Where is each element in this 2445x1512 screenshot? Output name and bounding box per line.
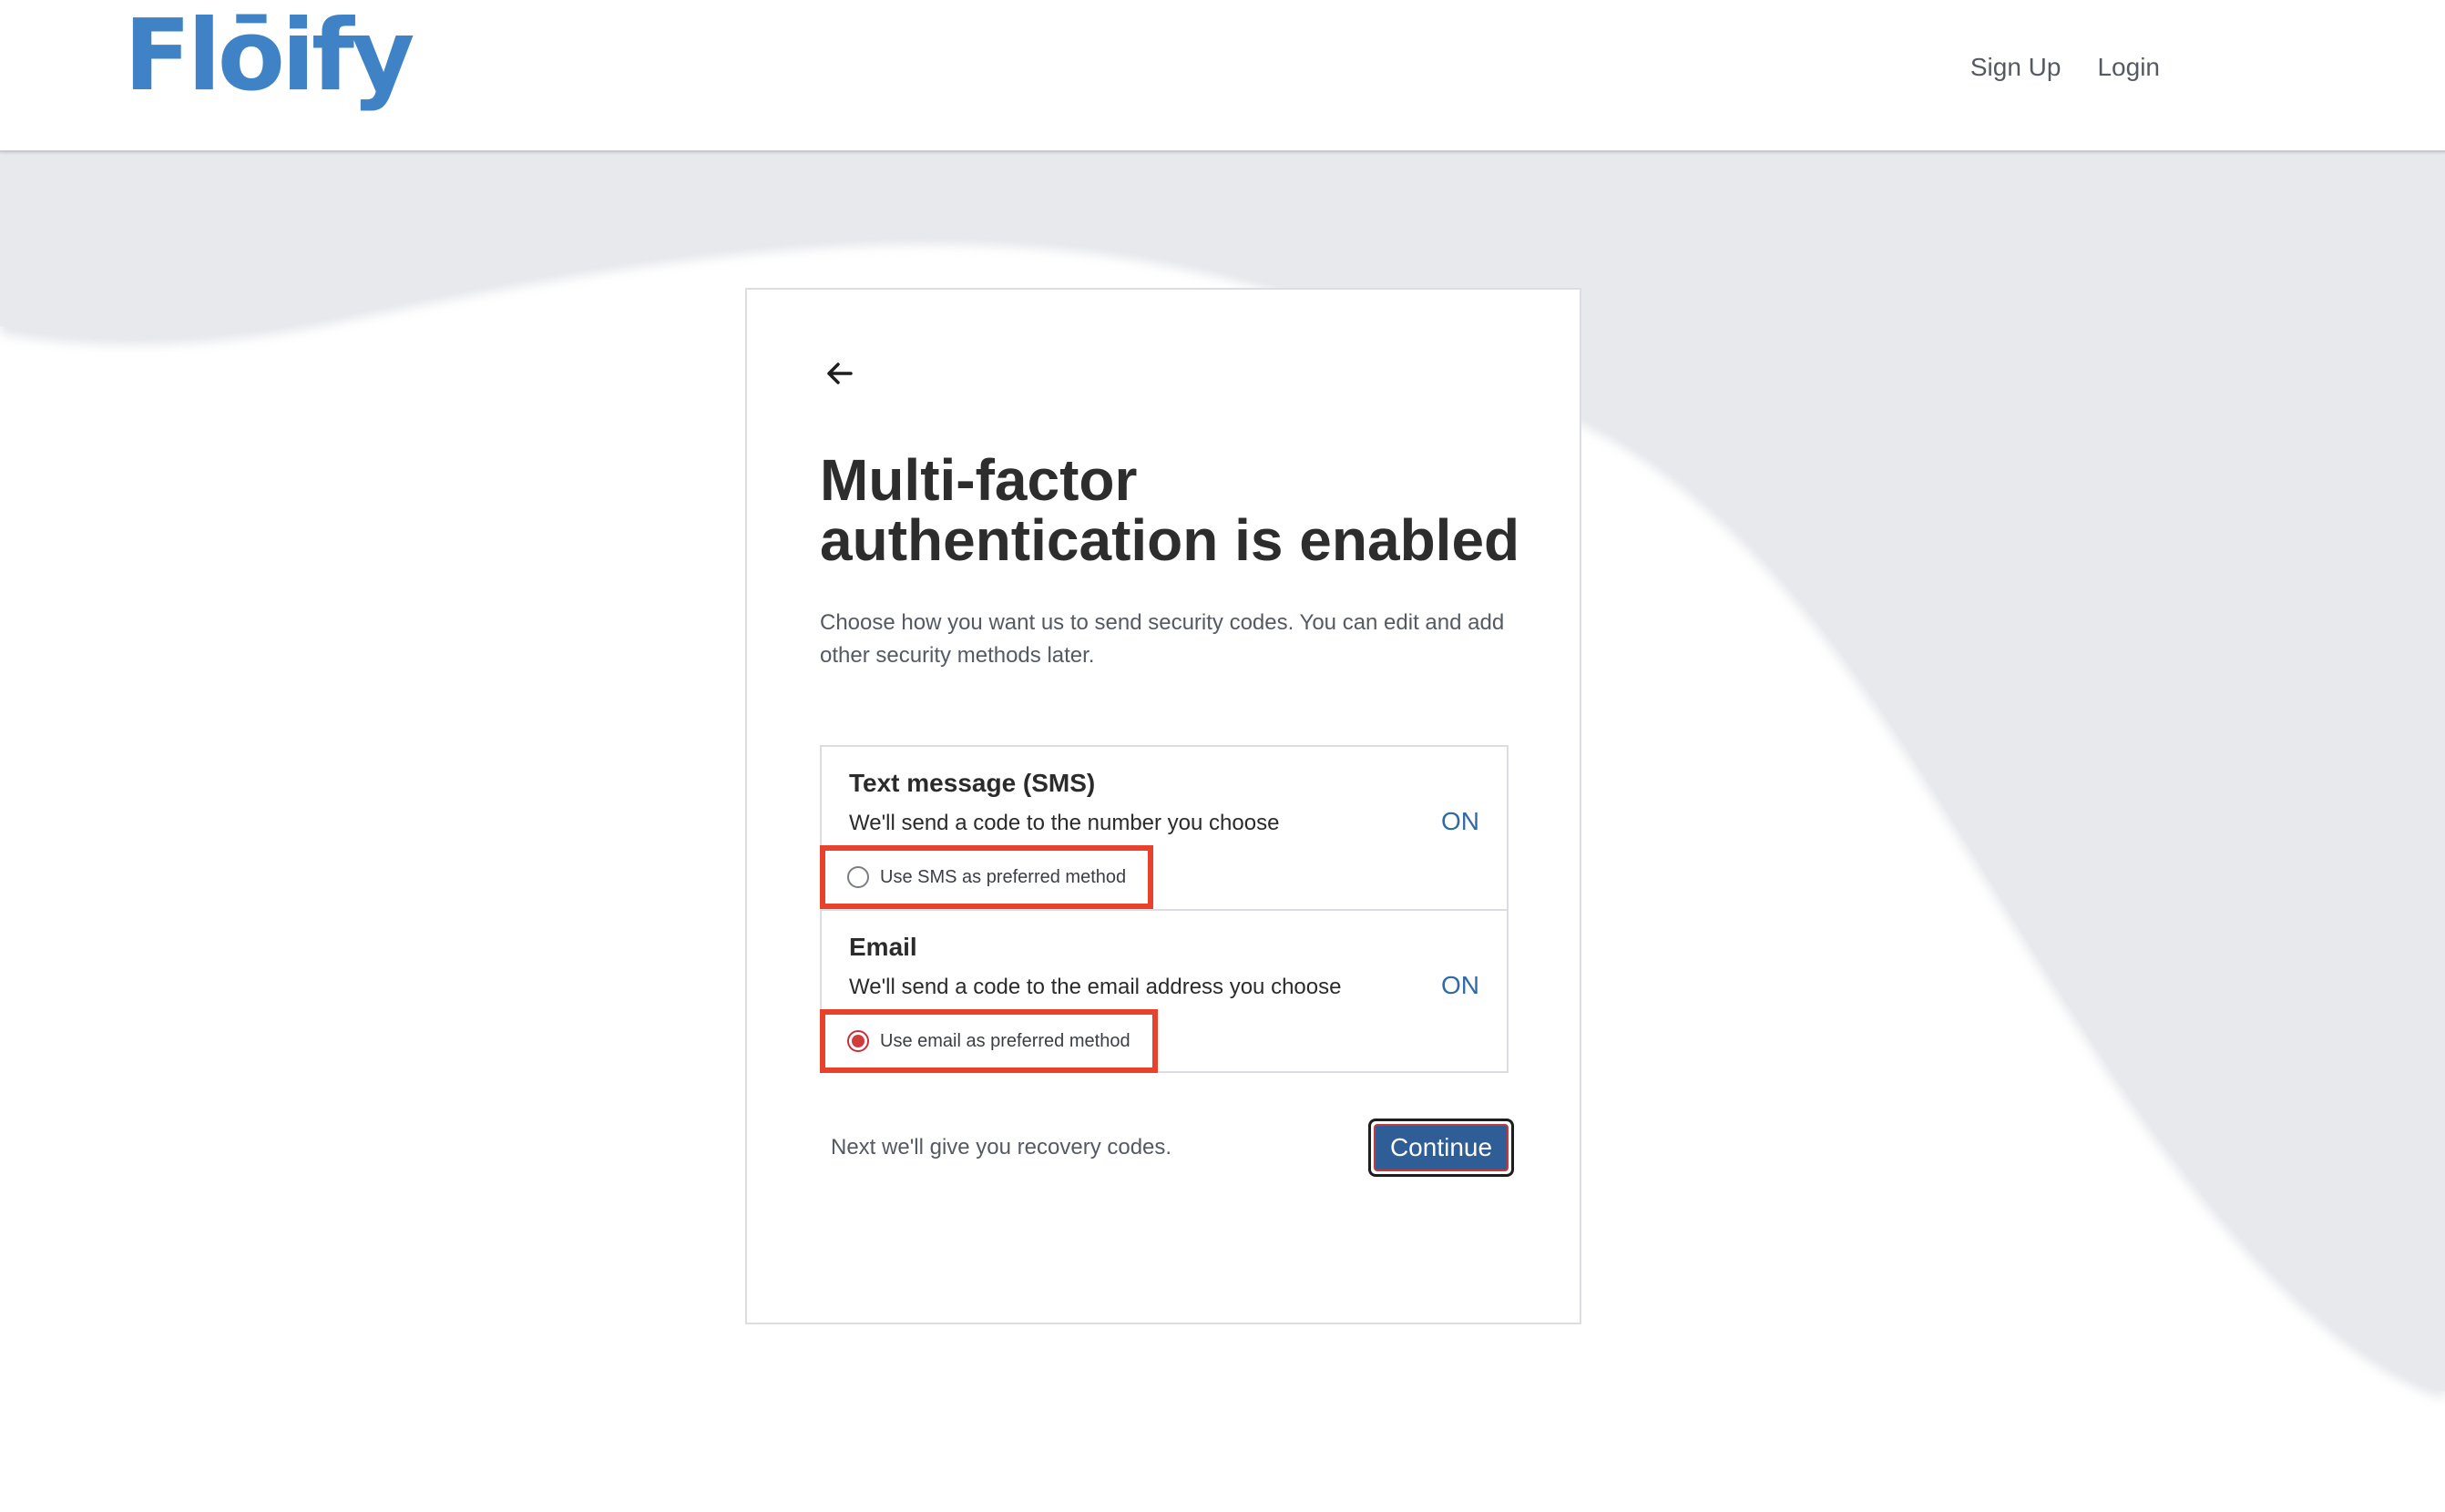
top-nav: Sign Up Login: [1970, 53, 2160, 82]
top-header: Flōify Sign Up Login: [0, 0, 2445, 152]
sms-preferred-radio-option[interactable]: Use SMS as preferred method: [820, 845, 1154, 909]
continue-button[interactable]: Continue: [1368, 1119, 1514, 1177]
sms-preferred-label: Use SMS as preferred method: [880, 866, 1127, 887]
page-subtitle: Choose how you want us to send security …: [820, 610, 1505, 668]
option-email-description: We'll send a code to the email address y…: [849, 975, 1342, 999]
option-sms-description: We'll send a code to the number you choo…: [849, 811, 1280, 835]
sms-preferred-radio[interactable]: [847, 866, 869, 888]
email-preferred-label: Use email as preferred method: [880, 1030, 1130, 1051]
option-sms-status-toggle[interactable]: ON: [1441, 807, 1479, 836]
option-sms-title: Text message (SMS): [849, 769, 1096, 797]
option-sms: Text message (SMS) We'll send a code to …: [820, 747, 1507, 909]
continue-button-label: Continue: [1374, 1124, 1509, 1171]
mfa-card: Multi-factor authentication is enabled C…: [745, 288, 1581, 1324]
floify-logo[interactable]: Flōify: [124, 7, 414, 106]
email-preferred-radio[interactable]: [847, 1030, 869, 1052]
email-preferred-radio-option[interactable]: Use email as preferred method: [820, 1009, 1158, 1073]
signup-link[interactable]: Sign Up: [1970, 53, 2061, 82]
arrow-left-icon: [827, 363, 853, 384]
login-link[interactable]: Login: [2097, 53, 2160, 82]
page-title: Multi-factor authentication is enabled: [820, 447, 1520, 573]
back-button[interactable]: [820, 353, 860, 393]
recovery-codes-note: Next we'll give you recovery codes.: [831, 1135, 1172, 1160]
option-email-status-toggle[interactable]: ON: [1441, 971, 1479, 1000]
mfa-options-list: Text message (SMS) We'll send a code to …: [820, 745, 1509, 1073]
page: Flōify Sign Up Login Multi-factor authen…: [0, 0, 2445, 1512]
option-email: Email We'll send a code to the email add…: [820, 909, 1507, 1073]
option-email-title: Email: [849, 933, 917, 961]
